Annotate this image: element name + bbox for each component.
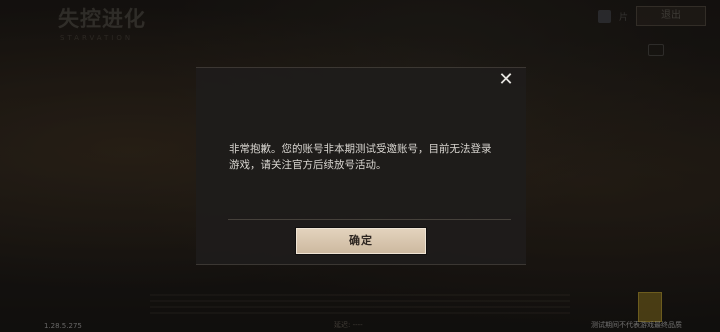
close-icon[interactable]: ✕	[497, 71, 515, 89]
dialog-divider	[228, 219, 511, 220]
confirm-button[interactable]: 确定	[296, 228, 426, 254]
dialog-message: 非常抱歉。您的账号非本期测试受邀账号，目前无法登录游戏，请关注官方后续放号活动。	[229, 143, 492, 171]
